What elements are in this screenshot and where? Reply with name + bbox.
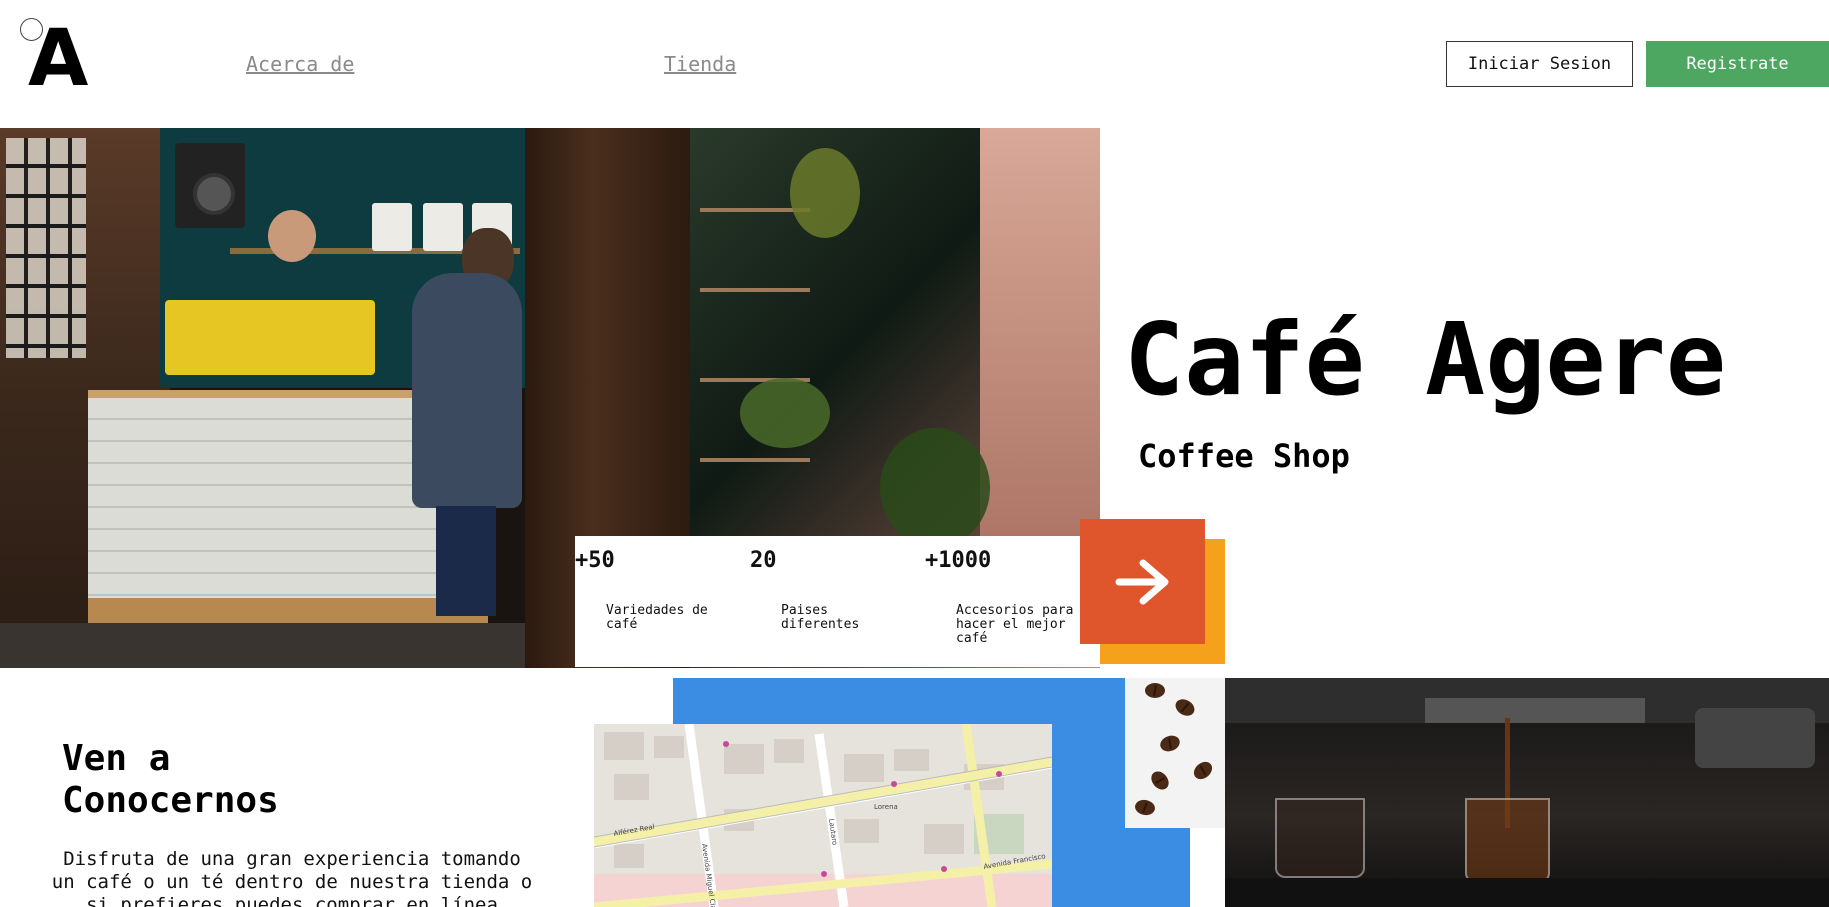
stats-card: +50 Variedades de café 20 Paises diferen… <box>575 536 1101 667</box>
site-header: A Acerca de Tienda Iniciar Sesion Regist… <box>0 0 1829 128</box>
nav-link-about[interactable]: Acerca de <box>246 52 354 76</box>
visit-description: Disfruta de una gran experiencia tomando… <box>51 848 533 907</box>
logo-circle-icon <box>20 18 43 41</box>
hero-title: Café Agere <box>1124 301 1727 418</box>
map-street-label: Lorena <box>874 803 898 811</box>
stat-label: Variedades de café <box>606 603 708 632</box>
stat-value: 20 <box>750 548 777 573</box>
stat-value: +50 <box>575 548 615 573</box>
stat-label: Accesorios para hacer el mejor café <box>956 603 1074 646</box>
espresso-machine-photo <box>1225 678 1829 907</box>
next-arrow-button[interactable] <box>1080 519 1205 644</box>
arrow-right-icon <box>1115 559 1168 604</box>
store-map[interactable]: Alférez Real Avenida Miguel Claro Lorena… <box>594 724 1052 907</box>
coffee-beans-photo <box>1125 678 1225 828</box>
login-button[interactable]: Iniciar Sesion <box>1446 41 1633 87</box>
register-button[interactable]: Registrate <box>1646 41 1829 87</box>
visit-title: Ven a Conocernos <box>62 738 279 821</box>
stat-label: Paises diferentes <box>781 603 860 632</box>
hero-subtitle: Coffee Shop <box>1138 437 1350 475</box>
nav-link-store[interactable]: Tienda <box>664 52 736 76</box>
stat-value: +1000 <box>925 548 992 573</box>
